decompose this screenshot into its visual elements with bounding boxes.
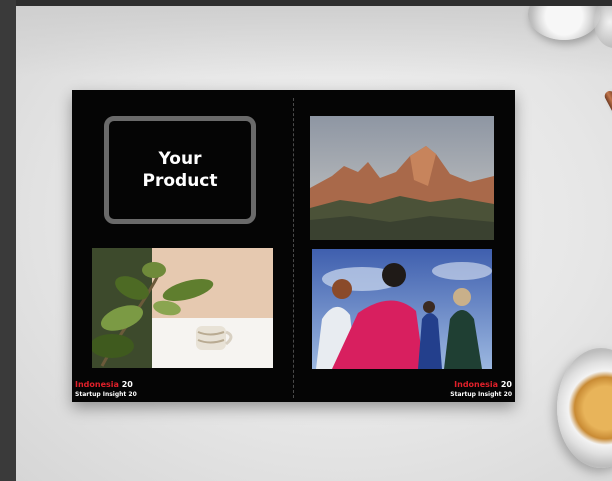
brand-tagline: Startup Insight [450,391,502,398]
editor-left-panel [0,0,16,481]
brand-name: Indonesia [454,380,499,389]
brand-name: Indonesia [75,380,119,389]
brand-year: 20 [503,391,512,398]
coffee-cup-icon [557,348,612,468]
brand-year: 20 [500,380,512,389]
desk-shadow [16,6,612,76]
brand-tagline: Startup Insight [75,391,127,398]
brand-year: 20 [121,380,133,389]
booklet-spread[interactable]: Your Product Indonesia 20 Startup Insigh… [72,90,515,402]
fashion-photo[interactable] [312,249,492,369]
brand-year: 20 [128,391,137,398]
brand-logo-right: Indonesia 20 Startup Insight 20 [450,380,512,400]
pen-icon [603,89,612,170]
product-placeholder-frame[interactable]: Your Product [104,116,256,224]
mountain-photo[interactable] [310,116,494,240]
brand-logo-left: Indonesia 20 Startup Insight 20 [75,380,137,400]
product-placeholder-text: Your Product [142,149,218,191]
mockup-canvas[interactable]: Your Product Indonesia 20 Startup Insigh… [16,6,612,481]
plant-photo[interactable] [92,248,273,368]
booklet-spine [293,98,294,398]
